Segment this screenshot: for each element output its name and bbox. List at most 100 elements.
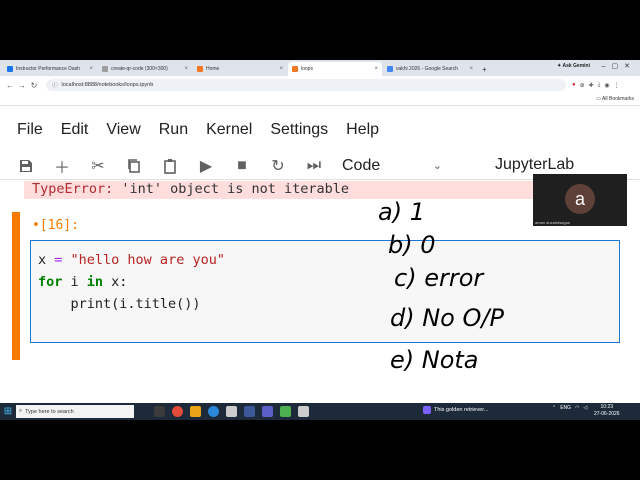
paste-icon[interactable] [152, 154, 188, 178]
error-message: 'int' object is not iterable [113, 181, 349, 197]
close-icon[interactable]: × [469, 66, 473, 72]
chrome-icon[interactable] [172, 406, 183, 417]
tab-favicon-icon [292, 66, 298, 72]
browser-tab[interactable]: Instructor Performance Dash × [3, 62, 97, 76]
menu-kernel[interactable]: Kernel [197, 121, 261, 139]
ask-gemini-button[interactable]: ✦ Ask Gemini [557, 63, 590, 69]
menu-help[interactable]: Help [337, 121, 388, 139]
teams-icon[interactable] [262, 406, 273, 417]
clock-date: 27-06-2026 [594, 411, 620, 417]
speaker-icon[interactable]: ◁ [583, 405, 587, 411]
window-controls[interactable]: –▢✕ [602, 62, 636, 70]
restart-icon[interactable]: ↻ [260, 154, 296, 178]
tab-label: vakhi 2026 - Google Search [396, 66, 458, 72]
reload-icon[interactable]: ↻ [28, 81, 40, 90]
download-icon[interactable]: ⤓ [598, 82, 601, 89]
media-thumbnail-icon [423, 406, 431, 414]
menu-edit[interactable]: Edit [52, 121, 98, 139]
clock[interactable]: 10:23 27-06-2026 [594, 404, 620, 418]
cell-type-select[interactable]: Code ⌄ [342, 157, 442, 175]
browser-tab-active[interactable]: loops × [288, 62, 382, 76]
tab-label: create-qr-code (300×300) [111, 66, 168, 72]
menu-file[interactable]: File [8, 121, 52, 139]
edge-icon[interactable] [208, 406, 219, 417]
webcam-overlay: a aman duzahdsagus [533, 174, 627, 226]
gemini-label: Ask Gemini [562, 63, 590, 69]
all-bookmarks-label: All Bookmarks [602, 96, 634, 102]
back-arrow-icon[interactable]: ← [4, 81, 16, 90]
menu-view[interactable]: View [97, 121, 149, 139]
extension-icon[interactable]: ● [572, 82, 576, 89]
code-editor[interactable]: x = "hello how are you" for i in x: prin… [30, 240, 620, 343]
extensions-area: ● ⊕ ✚ ⤓ ◉ ⋮ [572, 82, 620, 89]
all-bookmarks-button[interactable]: ▭ All Bookmarks [596, 96, 634, 102]
tab-label: loops [301, 66, 313, 72]
kernel-name[interactable]: JupyterLab [495, 156, 574, 174]
close-icon[interactable]: × [374, 66, 378, 72]
cell-type-value: Code [342, 156, 381, 174]
media-widget[interactable]: This golden retriever... [423, 406, 488, 414]
profile-icon[interactable]: ◉ [604, 82, 609, 89]
browser-window: Instructor Performance Dash × create-qr-… [0, 60, 640, 420]
webcam-name: aman duzahdsagus [535, 220, 570, 225]
tab-favicon-icon [7, 66, 13, 72]
cut-icon[interactable]: ✂ [80, 154, 116, 178]
taskbar-search-input[interactable]: ⌕ Type here to search [16, 405, 134, 418]
code-line: for i in x: [38, 271, 612, 293]
tab-favicon-icon [387, 66, 393, 72]
code-token: for [38, 274, 63, 290]
tab-favicon-icon [197, 66, 203, 72]
menu-run[interactable]: Run [150, 121, 197, 139]
chevron-down-icon: ⌄ [432, 160, 442, 172]
save-icon[interactable] [8, 154, 44, 178]
menu-settings[interactable]: Settings [261, 121, 337, 139]
fast-forward-icon[interactable]: ⏭ [296, 154, 332, 178]
close-icon[interactable]: × [279, 66, 283, 72]
code-token: in [86, 274, 104, 290]
file-explorer-icon[interactable] [190, 406, 201, 417]
puzzle-icon[interactable]: ✚ [589, 82, 594, 89]
copy-icon[interactable] [116, 154, 152, 178]
address-bar: ← → ↻ ⓘ localhost:8888/notebooks/loops.i… [0, 76, 640, 94]
maps-icon[interactable] [226, 406, 237, 417]
task-view-icon[interactable] [154, 406, 165, 417]
windows-start-icon[interactable]: ⊞ [0, 403, 16, 420]
tray-chevron-icon[interactable]: ⌃ [552, 405, 556, 411]
forward-arrow-icon[interactable]: → [16, 81, 28, 90]
browser-tab[interactable]: Home × [193, 62, 287, 76]
media-title: This golden retriever... [434, 407, 489, 413]
code-token: = [46, 252, 71, 268]
clock-time: 10:23 [600, 404, 614, 410]
search-icon: ⌕ [19, 408, 23, 414]
language-indicator[interactable]: ENG [560, 405, 571, 411]
add-cell-icon[interactable]: ＋ [44, 154, 80, 178]
site-info-icon[interactable]: ⓘ [52, 81, 58, 89]
code-cell[interactable]: •[16]: x = "hello how are you" for i in … [12, 212, 622, 360]
search-placeholder: Type here to search [25, 408, 74, 415]
app-icon[interactable] [244, 406, 255, 417]
tab-label: Instructor Performance Dash [16, 66, 80, 72]
tab-label: Home [206, 66, 220, 72]
bookmarks-bar: ▭ All Bookmarks [0, 94, 640, 106]
screen: Instructor Performance Dash × create-qr-… [0, 0, 640, 480]
browser-tab[interactable]: create-qr-code (300×300) × [98, 62, 192, 76]
close-icon[interactable]: × [184, 66, 188, 72]
wifi-icon[interactable]: ◠ [575, 405, 579, 411]
run-icon[interactable]: ▶ [188, 154, 224, 178]
cell-collapser[interactable] [12, 212, 20, 360]
new-tab-button[interactable]: + [478, 62, 491, 76]
app-icon[interactable] [280, 406, 291, 417]
tab-strip: Instructor Performance Dash × create-qr-… [0, 60, 640, 76]
url-input[interactable]: ⓘ localhost:8888/notebooks/loops.ipynb [46, 79, 566, 91]
cell-prompt: •[16]: [32, 218, 79, 233]
close-icon[interactable]: × [89, 66, 93, 72]
menu-icon[interactable]: ⋮ [614, 82, 620, 89]
stop-icon[interactable]: ■ [224, 154, 260, 178]
translate-icon[interactable]: ⊕ [580, 82, 585, 89]
system-tray: ⌃ ENG ◠ ◁ [552, 405, 587, 411]
avatar: a [565, 184, 595, 214]
browser-tab[interactable]: vakhi 2026 - Google Search × [383, 62, 477, 76]
code-token: x: [103, 274, 128, 290]
jupyter-menubar: File Edit View Run Kernel Settings Help [0, 115, 640, 145]
app-icon[interactable] [298, 406, 309, 417]
